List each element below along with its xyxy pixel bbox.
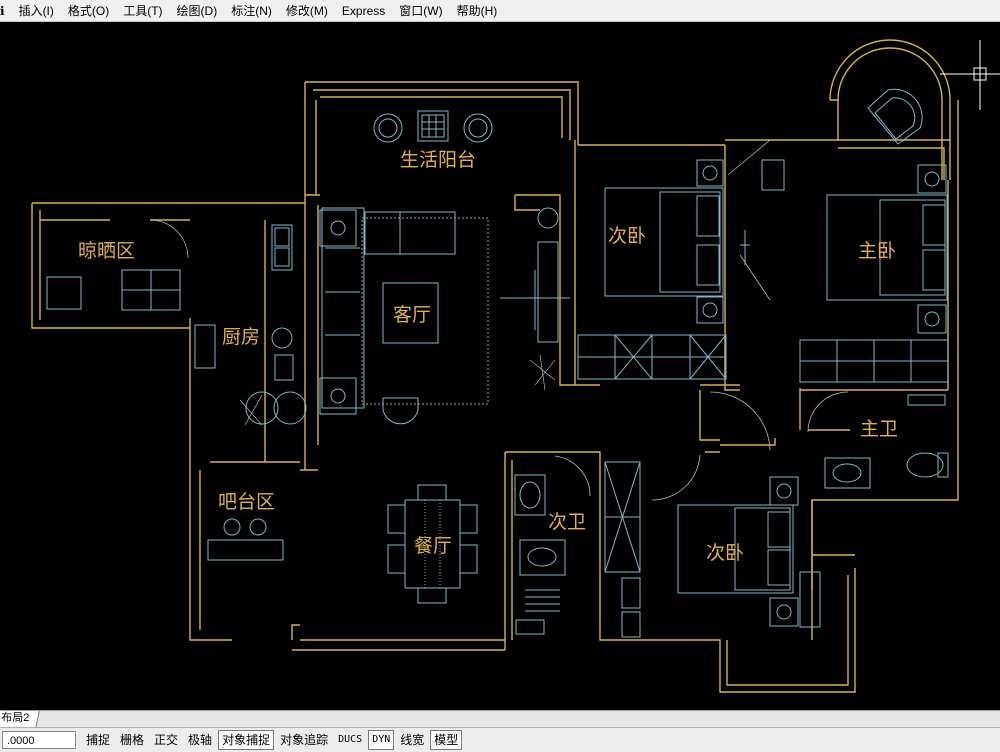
menu-item-partial[interactable]: ℹ [0,0,12,22]
label-master-bath: 主卫 [860,418,898,440]
lineweight-toggle[interactable]: 线宽 [396,730,428,750]
label-bath-b: 次卫 [548,511,586,533]
menu-insert[interactable]: 插入(I) [12,0,61,22]
tab-layout2[interactable]: 布局2 [0,711,40,728]
otrack-toggle[interactable]: 对象追踪 [276,730,332,750]
ducs-toggle[interactable]: DUCS [334,730,366,750]
label-balcony: 生活阳台 [400,149,476,171]
snap-toggle[interactable]: 捕捉 [82,730,114,750]
menu-modify[interactable]: 修改(M) [279,0,335,22]
label-dining: 餐厅 [414,535,452,557]
menu-window[interactable]: 窗口(W) [392,0,449,22]
coordinate-readout: .0000 [2,731,76,749]
label-bedroom-a: 次卧 [608,225,646,247]
label-bar: 吧台区 [218,491,275,513]
crosshair-cursor-icon [940,40,1000,110]
ortho-toggle[interactable]: 正交 [150,730,182,750]
menu-format[interactable]: 格式(O) [61,0,116,22]
menu-draw[interactable]: 绘图(D) [170,0,225,22]
dyn-toggle[interactable]: DYN [368,730,395,750]
grid-toggle[interactable]: 栅格 [116,730,148,750]
menu-bar: ℹ 插入(I) 格式(O) 工具(T) 绘图(D) 标注(N) 修改(M) Ex… [0,0,1000,22]
plant-symbols [239,354,556,426]
label-bedroom-b: 次卧 [706,542,744,564]
layout-tab-bar: 布局2 [0,710,1000,728]
door-swings [149,139,849,501]
label-living: 客厅 [393,304,431,326]
menu-dimension[interactable]: 标注(N) [224,0,279,22]
drawing-canvas[interactable]: 生活阳台 晾晒区 厨房 客厅 次卧 主卧 主卫 吧台区 餐厅 次卫 次卧 [0,22,1000,710]
label-drying: 晾晒区 [78,240,135,262]
floor-plan: 生活阳台 晾晒区 厨房 客厅 次卧 主卧 主卫 吧台区 餐厅 次卫 次卧 [31,39,1000,693]
walls [31,39,959,693]
status-bar: .0000 捕捉 栅格 正交 极轴 对象捕捉 对象追踪 DUCS DYN 线宽 … [0,727,1000,752]
polar-toggle[interactable]: 极轴 [184,730,216,750]
menu-help[interactable]: 帮助(H) [450,0,505,22]
label-master-bedroom: 主卧 [858,240,896,262]
menu-express[interactable]: Express [335,0,392,22]
model-toggle[interactable]: 模型 [430,730,463,750]
label-kitchen: 厨房 [222,326,260,348]
osnap-toggle[interactable]: 对象捕捉 [218,730,275,750]
menu-tools[interactable]: 工具(T) [116,0,169,22]
